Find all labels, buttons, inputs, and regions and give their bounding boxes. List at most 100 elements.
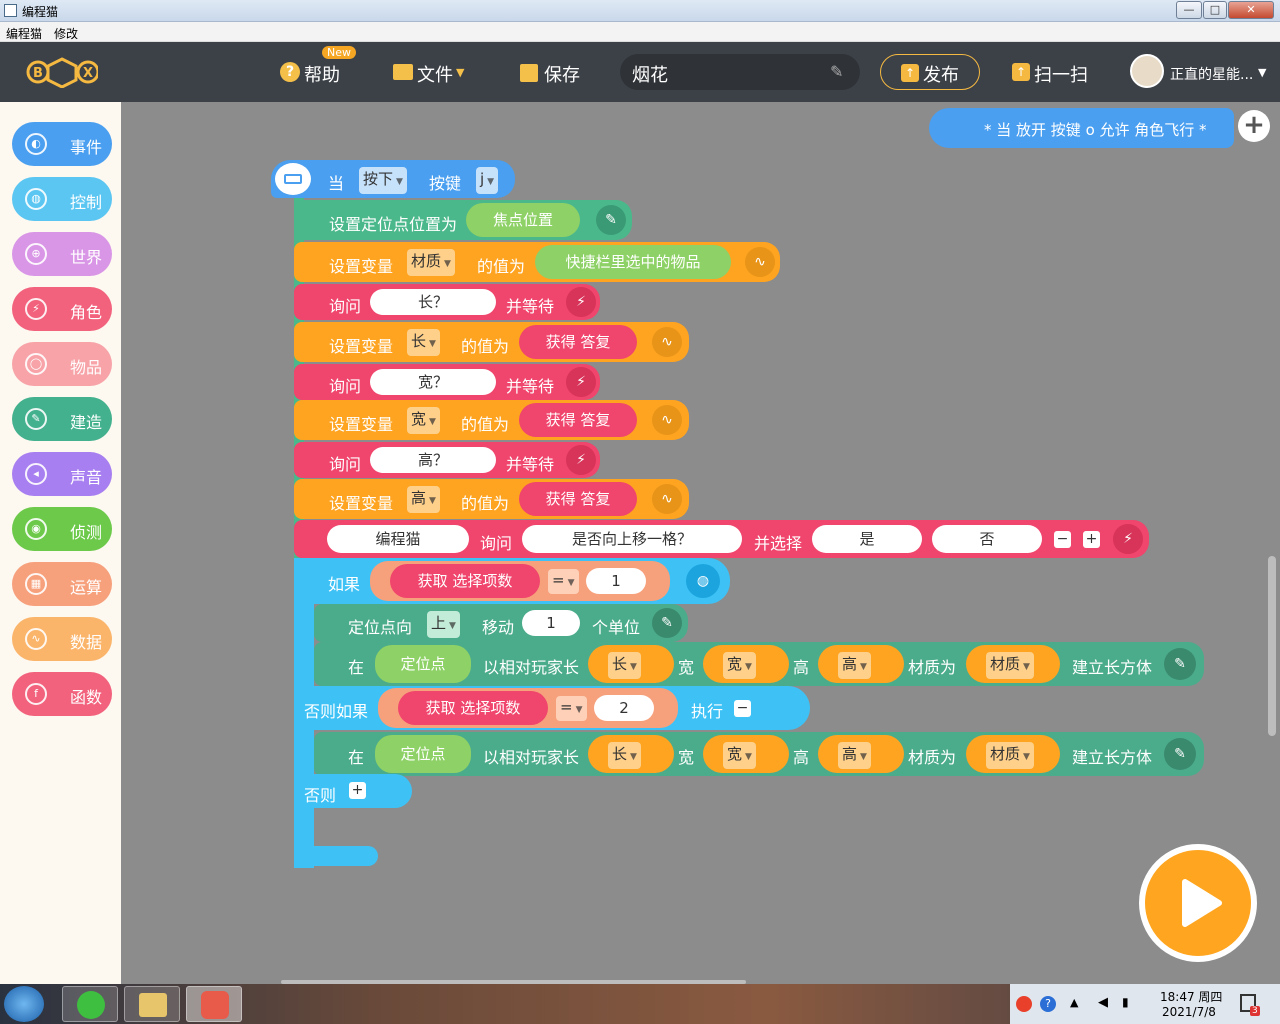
- ask-and-choose-block[interactable]: 编程猫 询问 是否向上移一格？ 并选择 是 否 − + ⚡: [294, 520, 1149, 558]
- direction-dropdown[interactable]: 上 ▼: [427, 611, 460, 638]
- plus-icon[interactable]: +: [1083, 531, 1100, 548]
- get-answer-reporter[interactable]: 获得 答复: [519, 482, 637, 516]
- flag-icon[interactable]: ▲: [1070, 996, 1078, 1009]
- set-anchor-block[interactable]: 设置定位点位置为 焦点位置 ✎: [294, 200, 632, 240]
- taskbar-app-codemao[interactable]: [186, 986, 242, 1022]
- anchor-reporter[interactable]: 定位点: [375, 645, 471, 683]
- actor-string[interactable]: 编程猫: [327, 525, 469, 553]
- save-button[interactable]: 保存: [544, 61, 580, 87]
- when-key-hat-block[interactable]: 当 按下 ▼ 按键 j ▼: [271, 160, 515, 198]
- operator-dropdown[interactable]: = ▼: [556, 696, 587, 721]
- build-cuboid-block[interactable]: 在 定位点 以相对玩家长 长 ▼ 宽 宽 ▼ 高 高 ▼ 材质为 材质 ▼ 建立长方体 …: [314, 642, 1204, 686]
- ask-length-block[interactable]: 询问 长？ 并等待 ⚡: [294, 284, 600, 320]
- operator-dropdown[interactable]: = ▼: [548, 569, 579, 594]
- run-button[interactable]: [1139, 844, 1257, 962]
- minimize-button[interactable]: —: [1176, 1, 1202, 19]
- get-answer-reporter[interactable]: 获得 答复: [519, 325, 637, 359]
- anchor-reporter[interactable]: 定位点: [375, 735, 471, 773]
- category-sound[interactable]: ◂ 声音: [12, 452, 112, 496]
- minus-icon[interactable]: −: [1054, 531, 1071, 548]
- maximize-button[interactable]: □: [1203, 1, 1227, 19]
- if-block[interactable]: 如果 获取 选择项数 = ▼ 1 ◍: [294, 558, 730, 604]
- clock-date[interactable]: 2021/7/8: [1162, 1005, 1216, 1019]
- key-dropdown[interactable]: j ▼: [476, 167, 499, 194]
- category-operator[interactable]: ▦ 运算: [12, 562, 112, 606]
- menu-item-edit[interactable]: 修改: [54, 25, 78, 42]
- taskbar-app-explorer[interactable]: [124, 986, 180, 1022]
- code-workspace[interactable]: * 当 放开 按键 o 允许 角色飞行 * + 当 按下 ▼ 按键 j ▼ 设置定位…: [121, 102, 1280, 984]
- variable-dropdown[interactable]: 长 ▼: [407, 329, 440, 356]
- material-variable-reporter[interactable]: 材质 ▼: [966, 645, 1060, 683]
- ask-width-block[interactable]: 询问 宽？ 并等待 ⚡: [294, 364, 600, 400]
- question-string[interactable]: 是否向上移一格？: [522, 525, 742, 553]
- vertical-scrollbar[interactable]: [1268, 556, 1276, 736]
- category-build[interactable]: ✎ 建造: [12, 397, 112, 441]
- choice-count-reporter[interactable]: 获取 选择项数: [398, 691, 548, 725]
- project-name-field[interactable]: 烟花 ✎: [620, 54, 860, 90]
- ask-height-block[interactable]: 询问 高？ 并等待 ⚡: [294, 442, 600, 478]
- publish-button[interactable]: ↑ 发布: [880, 54, 980, 90]
- close-button[interactable]: ✕: [1228, 1, 1274, 19]
- set-variable-height-block[interactable]: 设置变量 高 ▼ 的值为 获得 答复 ∿: [294, 479, 689, 519]
- start-button[interactable]: [4, 986, 44, 1022]
- category-item[interactable]: ◯ 物品: [12, 342, 112, 386]
- focus-position-reporter[interactable]: 焦点位置: [466, 203, 580, 237]
- set-variable-material-block[interactable]: 设置变量 材质 ▼ 的值为 快捷栏里选中的物品 ∿: [294, 242, 780, 282]
- category-world[interactable]: ⊕ 世界: [12, 232, 112, 276]
- height-variable-reporter[interactable]: 高 ▼: [818, 735, 904, 773]
- help-button[interactable]: 帮助: [304, 61, 340, 87]
- user-avatar[interactable]: [1130, 54, 1164, 88]
- number-input[interactable]: 1: [586, 568, 646, 594]
- help-icon[interactable]: ?: [1040, 996, 1056, 1012]
- hotbar-item-reporter[interactable]: 快捷栏里选中的物品: [535, 245, 731, 279]
- question-string[interactable]: 高？: [370, 447, 496, 473]
- variable-dropdown[interactable]: 高 ▼: [407, 486, 440, 513]
- choice-count-reporter[interactable]: 获取 选择项数: [390, 564, 540, 598]
- question-string[interactable]: 长？: [370, 289, 496, 315]
- variable-dropdown[interactable]: 材质 ▼: [407, 249, 455, 276]
- collapsed-event-block[interactable]: * 当 放开 按键 o 允许 角色飞行 *: [929, 108, 1234, 148]
- set-variable-width-block[interactable]: 设置变量 宽 ▼ 的值为 获得 答复 ∿: [294, 400, 689, 440]
- move-anchor-block[interactable]: 定位点向 上 ▼ 移动 1 个单位 ✎: [314, 604, 688, 642]
- taskbar-app-browser[interactable]: [62, 986, 118, 1022]
- number-input[interactable]: 1: [522, 610, 580, 636]
- equals-condition[interactable]: 获取 选择项数 = ▼ 2: [378, 688, 678, 728]
- minus-icon[interactable]: −: [734, 700, 751, 717]
- variable-dropdown[interactable]: 宽 ▼: [407, 407, 440, 434]
- length-variable-reporter[interactable]: 长 ▼: [588, 735, 674, 773]
- number-input[interactable]: 2: [594, 695, 654, 721]
- category-sensing[interactable]: ◉ 侦测: [12, 507, 112, 551]
- category-data[interactable]: ∿ 数据: [12, 617, 112, 661]
- username[interactable]: 正直的星能...: [1170, 64, 1253, 84]
- width-variable-reporter[interactable]: 宽 ▼: [703, 645, 789, 683]
- clock-time[interactable]: 18:47 周四: [1160, 988, 1222, 1005]
- material-variable-reporter[interactable]: 材质 ▼: [966, 735, 1060, 773]
- category-actor[interactable]: ⚡ 角色: [12, 287, 112, 331]
- category-control[interactable]: ◍ 控制: [12, 177, 112, 221]
- set-variable-length-block[interactable]: 设置变量 长 ▼ 的值为 获得 答复 ∿: [294, 322, 689, 362]
- plus-icon[interactable]: +: [349, 782, 366, 799]
- file-menu[interactable]: 文件: [417, 61, 453, 87]
- equals-condition[interactable]: 获取 选择项数 = ▼ 1: [370, 561, 670, 601]
- length-variable-reporter[interactable]: 长 ▼: [588, 645, 674, 683]
- option-string[interactable]: 否: [932, 525, 1042, 553]
- volume-icon[interactable]: ◀: [1098, 995, 1108, 1010]
- menu-item-app[interactable]: 编程猫: [6, 25, 42, 42]
- ime-icon[interactable]: [1016, 996, 1032, 1012]
- width-variable-reporter[interactable]: 宽 ▼: [703, 735, 789, 773]
- option-string[interactable]: 是: [812, 525, 922, 553]
- else-block[interactable]: 否则 +: [294, 774, 412, 808]
- scan-button[interactable]: 扫一扫: [1034, 61, 1088, 87]
- chevron-down-icon[interactable]: ▼: [1258, 66, 1266, 79]
- key-action-dropdown[interactable]: 按下 ▼: [359, 167, 407, 194]
- build-cuboid-block[interactable]: 在 定位点 以相对玩家长 长 ▼ 宽 宽 ▼ 高 高 ▼ 材质为 材质 ▼ 建立长方体 …: [314, 732, 1204, 776]
- add-icon[interactable]: +: [1238, 110, 1270, 142]
- category-function[interactable]: f 函数: [12, 672, 112, 716]
- pencil-icon[interactable]: ✎: [830, 62, 843, 81]
- height-variable-reporter[interactable]: 高 ▼: [818, 645, 904, 683]
- question-string[interactable]: 宽？: [370, 369, 496, 395]
- else-if-block[interactable]: 否则如果 获取 选择项数 = ▼ 2 执行 −: [294, 686, 810, 730]
- category-event[interactable]: ◐ 事件: [12, 122, 112, 166]
- box-logo[interactable]: B X: [26, 56, 100, 89]
- network-icon[interactable]: ▮: [1122, 995, 1129, 1009]
